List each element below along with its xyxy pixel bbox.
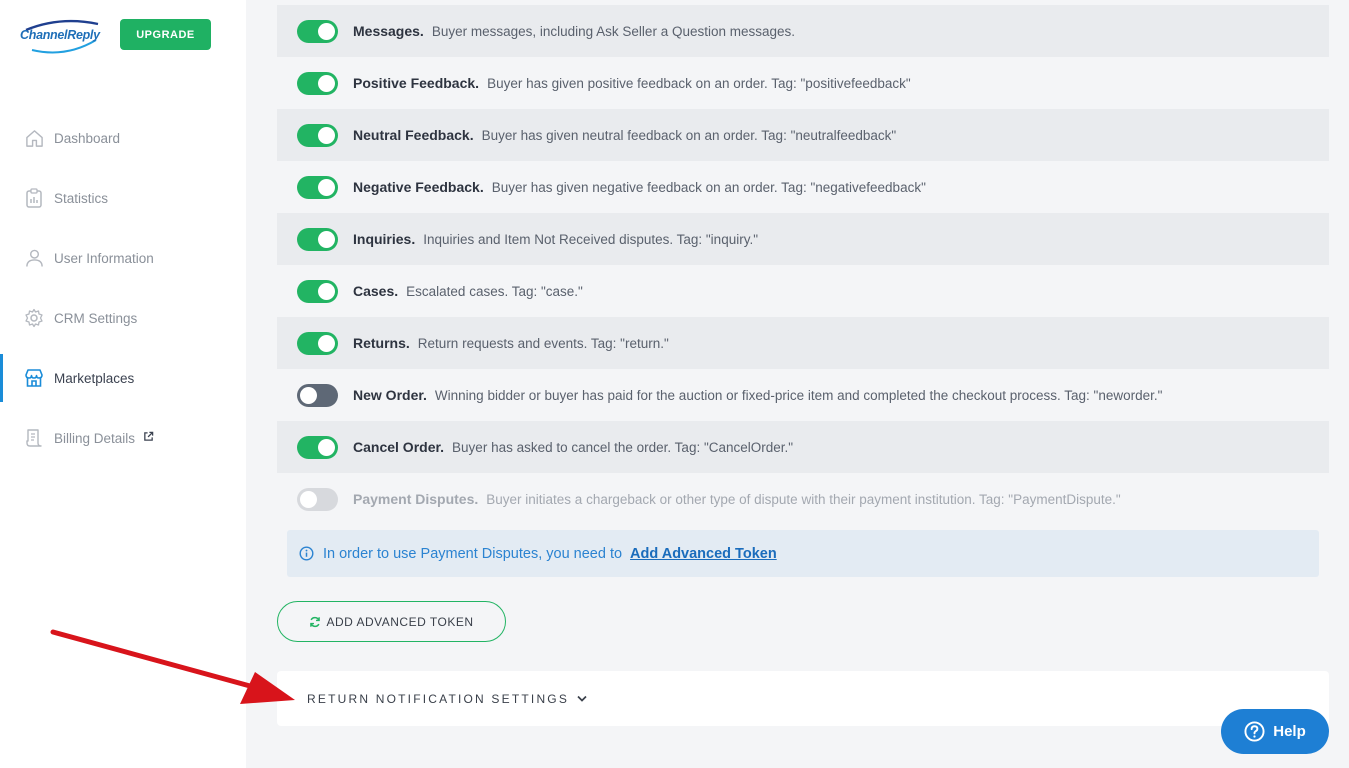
- list-item: Payment Disputes. Buyer initiates a char…: [277, 473, 1329, 525]
- question-icon: [1244, 721, 1265, 742]
- upgrade-button[interactable]: UPGRADE: [120, 19, 211, 50]
- external-link-icon: [143, 429, 154, 447]
- store-icon: [24, 368, 44, 388]
- row-title: Cancel Order.: [353, 439, 445, 455]
- row-description: Escalated cases. Tag: "case.": [406, 283, 583, 299]
- refresh-icon: [310, 616, 321, 627]
- messages-toggle[interactable]: [297, 19, 338, 43]
- row-description: Buyer has given neutral feedback on an o…: [481, 127, 897, 143]
- row-description: Return requests and events. Tag: "return…: [417, 335, 669, 351]
- list-item: Cancel Order. Buyer has asked to cancel …: [277, 421, 1329, 473]
- red-arrow-annotation-icon: [50, 629, 295, 704]
- row-description: Buyer has given positive feedback on an …: [487, 75, 911, 91]
- row-title: Returns.: [353, 335, 410, 351]
- info-text: In order to use Payment Disputes, you ne…: [323, 545, 623, 562]
- add-advanced-token-label: ADD ADVANCED TOKEN: [326, 614, 474, 629]
- sidebar-item-marketplaces[interactable]: Marketplaces: [0, 348, 246, 408]
- row-title: Inquiries.: [353, 231, 416, 247]
- sidebar-item-statistics[interactable]: Statistics: [0, 168, 246, 228]
- list-item: Positive Feedback. Buyer has given posit…: [277, 57, 1329, 109]
- channelreply-logo[interactable]: ChannelReply: [20, 18, 104, 54]
- sidebar-item-label: Dashboard: [54, 130, 121, 146]
- row-description: Buyer initiates a chargeback or other ty…: [486, 491, 1121, 507]
- positive-feedback-toggle[interactable]: [297, 71, 338, 95]
- cancel-order-toggle[interactable]: [297, 435, 338, 459]
- cases-toggle[interactable]: [297, 279, 338, 303]
- row-description: Buyer has asked to cancel the order. Tag…: [452, 439, 794, 455]
- list-item: New Order. Winning bidder or buyer has p…: [277, 369, 1329, 421]
- inquiries-toggle[interactable]: [297, 227, 338, 251]
- sidebar-nav: Dashboard Statistics User Information CR…: [0, 108, 246, 468]
- notification-settings-list: Messages. Buyer messages, including Ask …: [277, 5, 1329, 577]
- row-description: Buyer has given negative feedback on an …: [491, 179, 926, 195]
- row-title: Neutral Feedback.: [353, 127, 474, 143]
- receipt-icon: [24, 428, 44, 448]
- logo-text: ChannelReply: [20, 28, 100, 42]
- row-description: Winning bidder or buyer has paid for the…: [434, 387, 1163, 403]
- payment-disputes-info-banner: In order to use Payment Disputes, you ne…: [287, 530, 1319, 577]
- list-item: Negative Feedback. Buyer has given negat…: [277, 161, 1329, 213]
- list-item: Returns. Return requests and events. Tag…: [277, 317, 1329, 369]
- home-icon: [24, 128, 44, 148]
- list-item: Inquiries. Inquiries and Item Not Receiv…: [277, 213, 1329, 265]
- row-title: Payment Disputes.: [353, 491, 479, 507]
- payment-disputes-toggle: [297, 487, 338, 511]
- list-item: Cases. Escalated cases. Tag: "case.": [277, 265, 1329, 317]
- row-description: Buyer messages, including Ask Seller a Q…: [431, 23, 796, 39]
- add-advanced-token-button[interactable]: ADD ADVANCED TOKEN: [277, 601, 506, 642]
- sidebar-item-label: Marketplaces: [54, 370, 135, 386]
- row-title: New Order.: [353, 387, 427, 403]
- sidebar-item-crm-settings[interactable]: CRM Settings: [0, 288, 246, 348]
- sidebar-item-label: Billing Details: [54, 430, 136, 446]
- row-title: Negative Feedback.: [353, 179, 484, 195]
- list-item: Neutral Feedback. Buyer has given neutra…: [277, 109, 1329, 161]
- sidebar-item-user-information[interactable]: User Information: [0, 228, 246, 288]
- returns-toggle[interactable]: [297, 331, 338, 355]
- chevron-down-icon: [577, 695, 587, 702]
- help-label: Help: [1273, 723, 1306, 740]
- user-icon: [24, 248, 44, 268]
- sidebar-item-label: User Information: [54, 250, 154, 266]
- negative-feedback-toggle[interactable]: [297, 175, 338, 199]
- neutral-feedback-toggle[interactable]: [297, 123, 338, 147]
- row-title: Cases.: [353, 283, 399, 299]
- help-button[interactable]: Help: [1221, 709, 1329, 754]
- new-order-toggle[interactable]: [297, 383, 338, 407]
- sidebar-item-label: CRM Settings: [54, 310, 138, 326]
- row-title: Messages.: [353, 23, 424, 39]
- sidebar-item-dashboard[interactable]: Dashboard: [0, 108, 246, 168]
- clipboard-icon: [24, 188, 44, 208]
- row-title: Positive Feedback.: [353, 75, 480, 91]
- return-notification-settings-label: RETURN NOTIFICATION SETTINGS: [307, 691, 570, 706]
- row-description: Inquiries and Item Not Received disputes…: [423, 231, 758, 247]
- sidebar-item-label: Statistics: [54, 190, 109, 206]
- info-icon: [299, 546, 314, 561]
- gear-icon: [24, 308, 44, 328]
- list-item: Messages. Buyer messages, including Ask …: [277, 5, 1329, 57]
- sidebar-item-billing-details[interactable]: Billing Details: [0, 408, 246, 468]
- add-advanced-token-link[interactable]: Add Advanced Token: [630, 546, 777, 562]
- return-notification-settings-toggle[interactable]: RETURN NOTIFICATION SETTINGS: [277, 671, 1329, 726]
